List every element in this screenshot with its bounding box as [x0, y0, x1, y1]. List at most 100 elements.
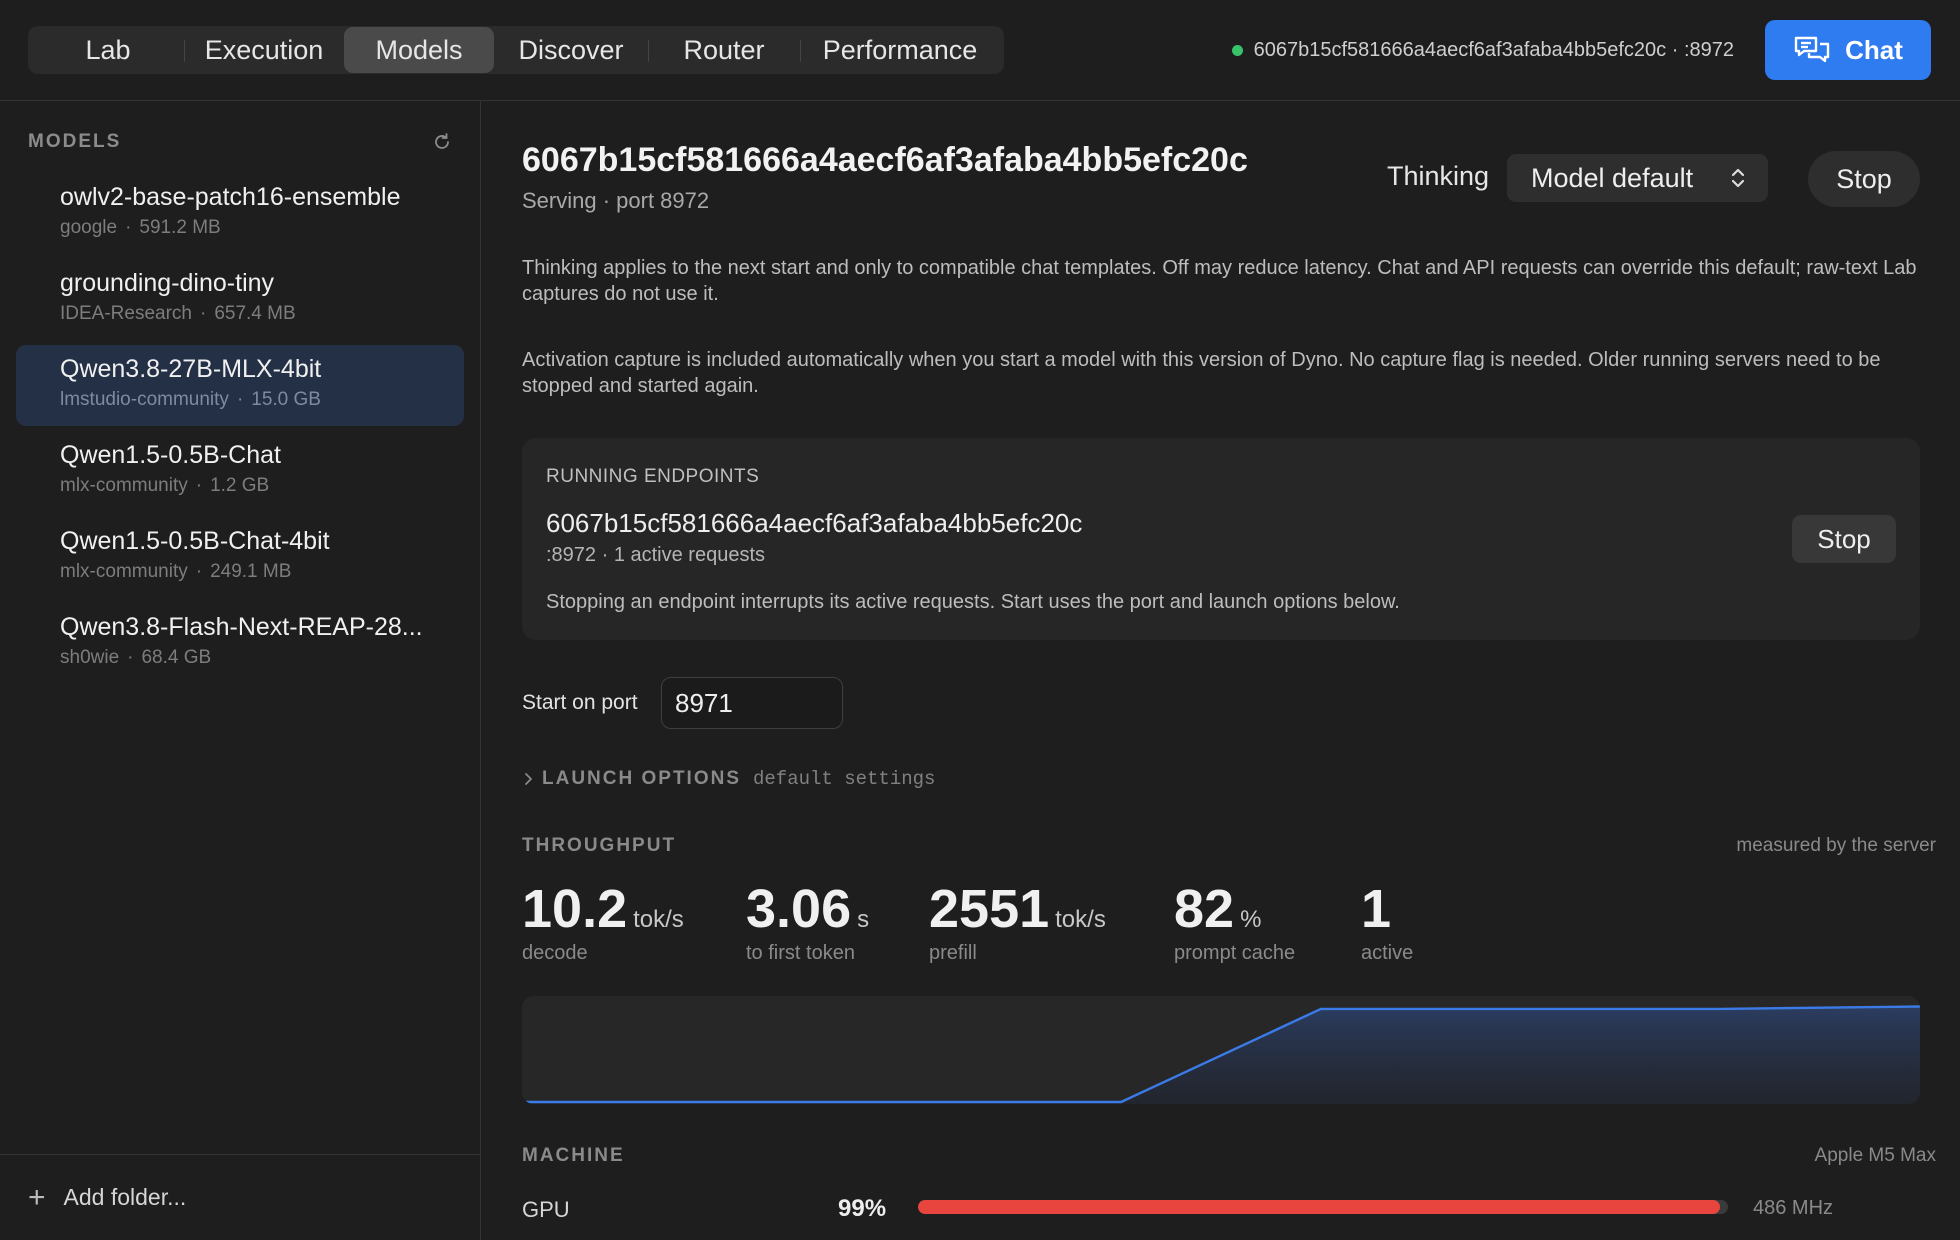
model-item-grounding-dino[interactable]: grounding-dino-tiny IDEA-Research · 657.4 … — [16, 259, 464, 340]
endpoint-meta: :8972 · 1 active requests — [546, 544, 766, 566]
stat-decode: 10.2 tok/s decode — [522, 878, 684, 965]
model-meta: mlx-community · 249.1 MB — [60, 561, 464, 583]
model-item-qwen1-5-chat-4bit[interactable]: Qwen1.5-0.5B-Chat-4bit mlx-community · 249… — [16, 517, 464, 598]
meta-separator: · — [125, 217, 132, 238]
gpu-percent: 99% — [838, 1195, 887, 1222]
activation-note: Activation capture is included automatic… — [522, 349, 1881, 397]
stat-unit: s — [857, 906, 870, 933]
model-size: 249.1 MB — [210, 561, 292, 582]
machine-title: MACHINE — [522, 1145, 625, 1166]
thinking-label: Thinking — [1387, 161, 1490, 191]
throughput-chart — [522, 996, 1920, 1104]
launch-options-toggle[interactable]: LAUNCH OPTIONS default settings — [522, 768, 935, 790]
top-bar: Lab Execution Models Discover Router Per… — [0, 0, 1960, 101]
chat-button[interactable]: Chat — [1765, 20, 1931, 80]
model-item-owlv2[interactable]: owlv2-base-patch16-ensemble google · 591.2… — [16, 173, 464, 254]
tab-lab[interactable]: Lab — [32, 27, 184, 73]
model-name: Qwen1.5-0.5B-Chat — [60, 441, 281, 469]
running-endpoints-panel: RUNNING ENDPOINTS 6067b15cf581666a4aecf6… — [522, 438, 1920, 640]
page-title: 6067b15cf581666a4aecf6af3afaba4bb5efc20c — [522, 141, 1248, 179]
sidebar-title: MODELS — [28, 131, 122, 152]
model-list: owlv2-base-patch16-ensemble google · 591.2… — [16, 173, 464, 689]
running-endpoints-title: RUNNING ENDPOINTS — [546, 466, 760, 487]
gpu-usage-bar — [918, 1200, 1728, 1214]
model-size: 1.2 GB — [210, 475, 270, 496]
stat-label: active — [1361, 942, 1414, 964]
model-meta: mlx-community · 1.2 GB — [60, 475, 464, 497]
tab-discover[interactable]: Discover — [494, 27, 648, 73]
tab-models[interactable]: Models — [344, 27, 494, 73]
add-folder-label: Add folder... — [63, 1184, 187, 1210]
up-down-chevron-icon — [1731, 168, 1745, 188]
stat-active: 1 active — [1361, 878, 1413, 965]
thinking-note: Thinking applies to the next start and o… — [522, 257, 1917, 305]
stop-button[interactable]: Stop — [1808, 151, 1920, 207]
model-item-qwen3-27b[interactable]: Qwen3.8-27B-MLX-4bit lmstudio-community ·… — [16, 345, 464, 426]
meta-separator: · — [127, 647, 134, 668]
meta-separator: · — [195, 561, 203, 582]
stat-value: 10.2 — [522, 879, 628, 939]
model-org: lmstudio-community — [60, 389, 229, 410]
model-meta: sh0wie · 68.4 GB — [60, 647, 464, 669]
port-input[interactable] — [661, 677, 843, 729]
chat-bubbles-icon — [1794, 36, 1830, 63]
model-detail: 6067b15cf581666a4aecf6af3afaba4bb5efc20c… — [482, 101, 1960, 1240]
model-size: 591.2 MB — [139, 217, 221, 238]
model-item-qwen3-flash[interactable]: Qwen3.8-Flash-Next-REAP-28... sh0wie · 68.… — [16, 603, 464, 684]
model-name: Qwen3.8-27B-MLX-4bit — [60, 355, 322, 383]
model-item-qwen1-5-chat[interactable]: Qwen1.5-0.5B-Chat mlx-community · 1.2 GB — [16, 431, 464, 512]
status-dot-icon — [1231, 44, 1243, 56]
stat-value: 82 — [1174, 879, 1235, 939]
endpoint-status-text: 6067b15cf581666a4aecf6af3afaba4bb5efc20c… — [1253, 38, 1734, 61]
refresh-icon[interactable] — [432, 132, 452, 152]
meta-separator: · — [236, 389, 244, 410]
stat-label: to first token — [746, 942, 855, 964]
launch-options-desc: default settings — [753, 768, 936, 790]
gpu-frequency: 486 MHz — [1753, 1197, 1834, 1219]
model-org: sh0wie — [60, 647, 120, 668]
sidebar: MODELS owlv2-base-patch16-ensemble googl… — [0, 101, 481, 1240]
model-name: grounding-dino-tiny — [60, 269, 275, 297]
thinking-select-value: Model default — [1531, 162, 1694, 193]
stat-value: 2551 — [929, 879, 1050, 939]
stat-label: decode — [522, 942, 588, 964]
stat-unit: % — [1240, 906, 1262, 933]
model-meta: google · 591.2 MB — [60, 217, 464, 239]
tab-performance[interactable]: Performance — [800, 27, 1000, 73]
port-label: Start on port — [522, 691, 638, 714]
main-tabs: Lab Execution Models Discover Router Per… — [28, 26, 1004, 74]
model-org: mlx-community — [60, 561, 188, 582]
model-size: 657.4 MB — [214, 303, 296, 324]
endpoint-status: 6067b15cf581666a4aecf6af3afaba4bb5efc20c… — [1231, 34, 1734, 66]
thinking-select[interactable]: Model default — [1507, 154, 1768, 202]
stat-prefill: 2551 tok/s prefill — [929, 878, 1106, 965]
model-meta: IDEA-Research · 657.4 MB — [60, 303, 464, 325]
chevron-right-icon — [525, 773, 532, 785]
stat-value: 3.06 — [746, 879, 852, 939]
endpoint-note: Stopping an endpoint interrupts its acti… — [546, 591, 1400, 613]
add-folder-button[interactable]: + Add folder... — [0, 1154, 481, 1240]
tab-router[interactable]: Router — [648, 27, 800, 73]
model-org: mlx-community — [60, 475, 188, 496]
stat-label: prompt cache — [1174, 942, 1296, 964]
gpu-label: GPU — [522, 1197, 570, 1222]
throughput-note: measured by the server — [1736, 835, 1936, 856]
machine-chip: Apple M5 Max — [1814, 1145, 1936, 1166]
model-name: Qwen3.8-Flash-Next-REAP-28... — [60, 613, 423, 641]
throughput-title: THROUGHPUT — [522, 835, 677, 856]
stat-label: prefill — [929, 942, 977, 964]
model-size: 15.0 GB — [251, 389, 321, 410]
stat-unit: tok/s — [633, 906, 684, 933]
endpoint-name: 6067b15cf581666a4aecf6af3afaba4bb5efc20c — [546, 508, 1083, 538]
stat-ttft: 3.06 s to first token — [746, 878, 869, 965]
tab-execution[interactable]: Execution — [184, 27, 344, 73]
meta-separator: · — [200, 303, 207, 324]
model-name: Qwen1.5-0.5B-Chat-4bit — [60, 527, 330, 555]
plus-icon: + — [28, 1180, 46, 1214]
stat-prompt-cache: 82% prompt cache — [1174, 878, 1295, 965]
sidebar-header: MODELS — [28, 131, 452, 153]
stat-value: 1 — [1361, 879, 1392, 939]
throughput-chart-svg — [522, 1005, 1920, 1104]
page-subtitle: Serving · port 8972 — [522, 188, 710, 213]
stop-endpoint-button[interactable]: Stop — [1792, 515, 1896, 563]
